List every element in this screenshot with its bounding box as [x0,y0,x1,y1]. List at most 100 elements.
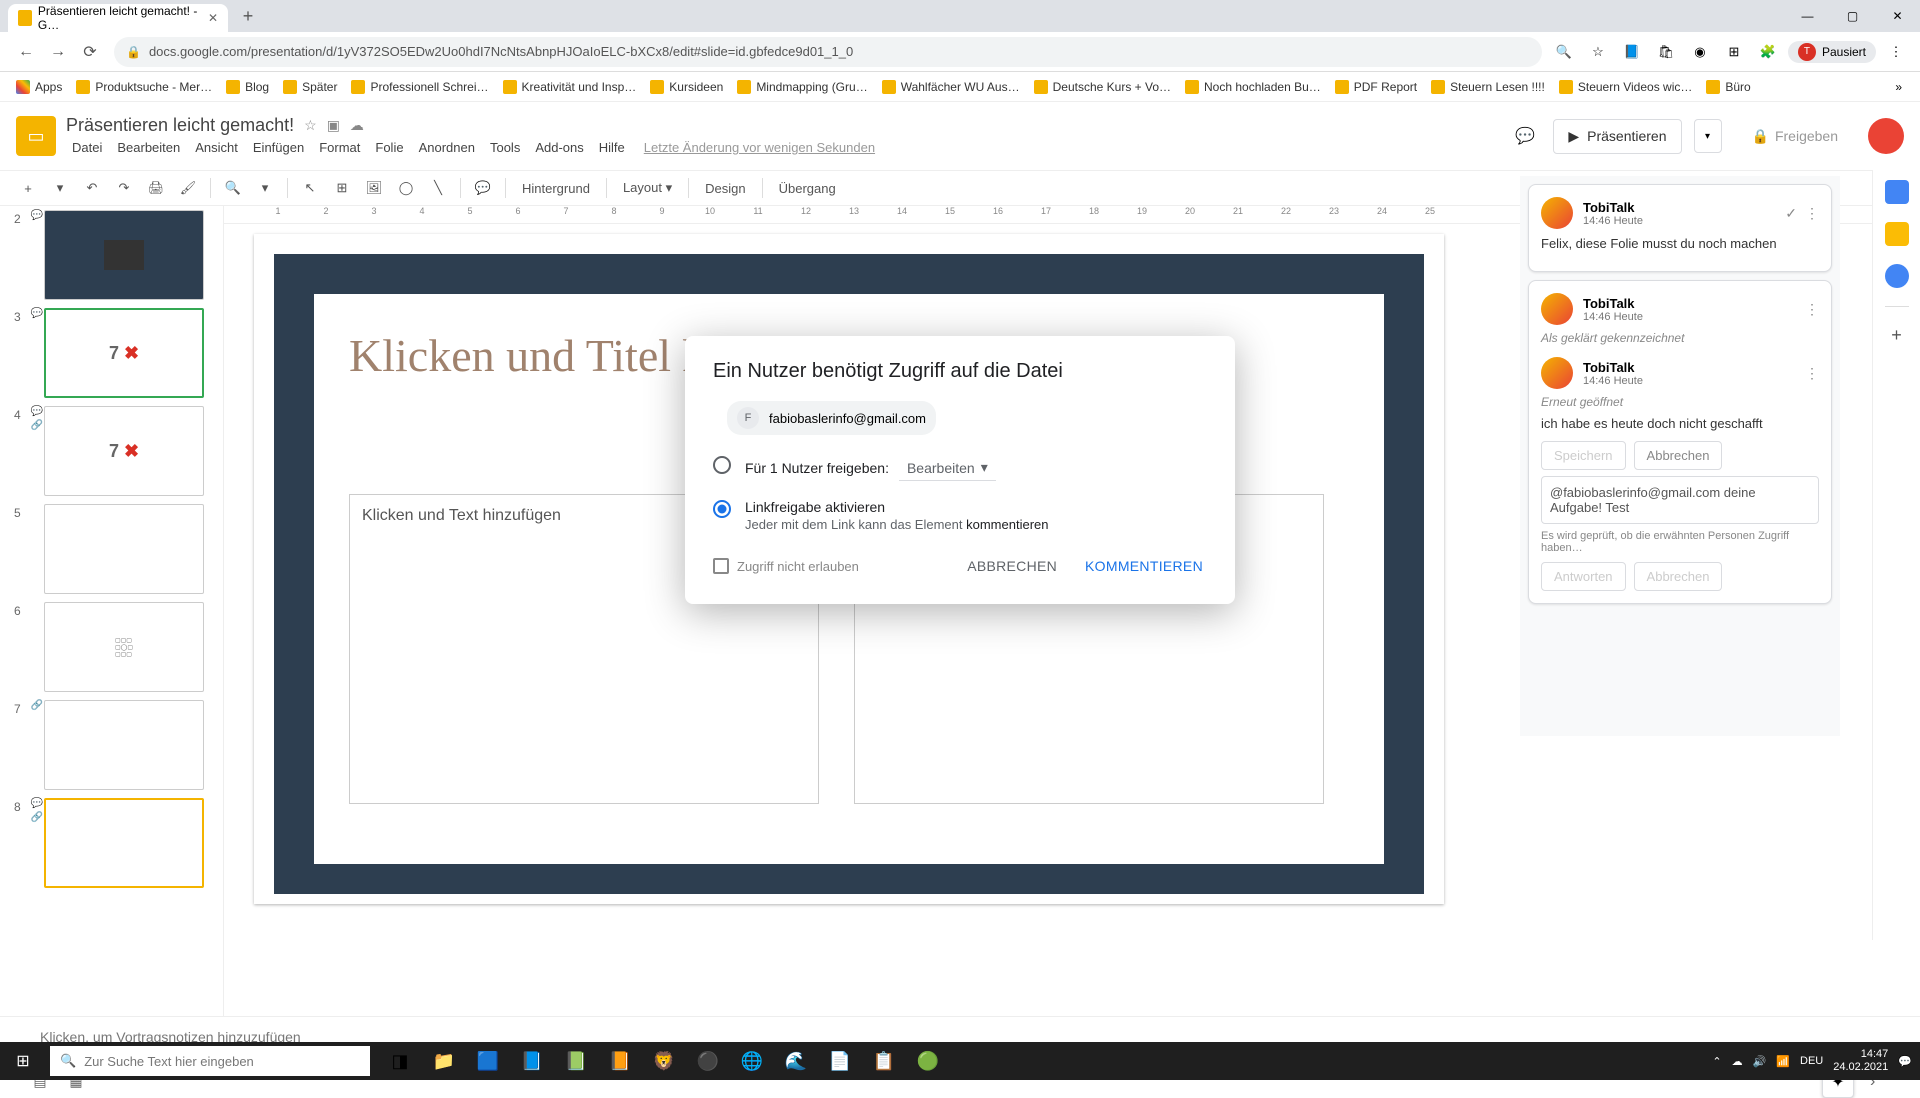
powerpoint-icon[interactable]: 📙 [598,1042,642,1080]
present-button[interactable]: ▶ Präsentieren [1553,119,1681,154]
bookmark-item[interactable]: Noch hochladen Bu… [1179,77,1327,97]
new-slide-dropdown[interactable]: ▾ [46,174,74,202]
bookmark-apps[interactable]: Apps [10,77,68,97]
bookmark-item[interactable]: Wahlfächer WU Aus… [876,77,1026,97]
save-reply-button[interactable]: Speichern [1541,441,1626,470]
notifications-icon[interactable]: 💬 [1898,1055,1912,1068]
url-bar[interactable]: 🔒 docs.google.com/presentation/d/1yV372S… [114,37,1542,67]
ext-icon-4[interactable]: ⊞ [1720,38,1748,66]
tasks-icon[interactable] [1885,264,1909,288]
ext-icon-2[interactable]: 🛍 [1652,38,1680,66]
slide-thumbnail[interactable] [44,700,204,790]
bookmark-item[interactable]: Mindmapping (Gru… [731,77,873,97]
menu-slide[interactable]: Folie [369,138,409,157]
radio-checked[interactable] [713,500,731,518]
zoom-icon[interactable]: 🔍 [1550,38,1578,66]
present-options-button[interactable]: ▾ [1694,119,1722,153]
task-view-icon[interactable]: ◨ [378,1042,422,1080]
menu-addons[interactable]: Add-ons [529,138,589,157]
cloud-sync-icon[interactable]: ☁ [1732,1055,1743,1068]
extensions-icon[interactable]: 🧩 [1754,38,1782,66]
bookmark-item[interactable]: Später [277,77,343,97]
user-avatar[interactable] [1868,118,1904,154]
bookmark-item[interactable]: Professionell Schrei… [345,77,494,97]
back-button[interactable]: ← [10,36,42,68]
explorer-icon[interactable]: 📁 [422,1042,466,1080]
shape-tool[interactable]: ◯ [392,174,420,202]
bookmark-item[interactable]: PDF Report [1329,77,1423,97]
deny-access-checkbox[interactable]: Zugriff nicht erlauben [713,558,859,574]
language-indicator[interactable]: DEU [1800,1055,1823,1067]
slide-thumbnail[interactable]: ▢▢▢▢◯▢▢▢▢ [44,602,204,692]
zoom-dropdown[interactable]: ▾ [251,174,279,202]
maximize-button[interactable]: ▢ [1830,0,1875,32]
volume-icon[interactable]: 🔊 [1753,1055,1767,1068]
layout-button[interactable]: Layout ▾ [615,176,680,200]
start-button[interactable]: ⊞ [0,1042,46,1080]
reload-button[interactable]: ⟳ [74,36,106,68]
comment-thread[interactable]: TobiTalk 14:46 Heute ⋮ Als geklärt geken… [1528,280,1832,604]
menu-format[interactable]: Format [313,138,366,157]
resolve-icon[interactable]: ✓ [1785,205,1797,222]
wifi-icon[interactable]: 📶 [1776,1055,1790,1068]
comments-history-icon[interactable]: 💬 [1509,120,1541,152]
menu-arrange[interactable]: Anordnen [413,138,481,157]
share-button[interactable]: 🔒 Freigeben [1734,120,1856,153]
star-icon[interactable]: ☆ [1584,38,1612,66]
select-tool[interactable]: ↖ [296,174,324,202]
print-button[interactable]: 🖨 [142,174,170,202]
textbox-tool[interactable]: ⊞ [328,174,356,202]
word-icon[interactable]: 📘 [510,1042,554,1080]
undo-button[interactable]: ↶ [78,174,106,202]
app-icon[interactable]: 📋 [862,1042,906,1080]
forward-button[interactable]: → [42,36,74,68]
design-button[interactable]: Design [697,177,753,200]
comment-button[interactable]: 💬 [469,174,497,202]
bookmarks-overflow[interactable]: » [1887,80,1910,94]
paint-format-button[interactable]: 🖌 [174,174,202,202]
cloud-status-icon[interactable]: ☁ [350,117,364,134]
slide-thumbnail-selected[interactable] [44,798,204,888]
obs-icon[interactable]: ⚫ [686,1042,730,1080]
more-icon[interactable]: ⋮ [1805,365,1819,382]
excel-icon[interactable]: 📗 [554,1042,598,1080]
bookmark-item[interactable]: Blog [220,77,275,97]
slide-thumbnail[interactable]: 7 ✖ [44,406,204,496]
tray-overflow-icon[interactable]: ⌃ [1712,1055,1721,1068]
add-addon-icon[interactable]: + [1891,325,1902,346]
radio-unchecked[interactable] [713,456,731,474]
slide-thumbnail[interactable]: 7 ✖ [44,308,204,398]
bookmark-item[interactable]: Kursideen [644,77,729,97]
bookmark-item[interactable]: Steuern Videos wic… [1553,77,1699,97]
cancel-button[interactable]: Abbrechen [1634,562,1723,591]
background-button[interactable]: Hintergrund [514,177,598,200]
comment-draft-text[interactable]: @fabiobaslerinfo@gmail.com deine Aufgabe… [1541,476,1819,524]
ext-icon-1[interactable]: 📘 [1618,38,1646,66]
cancel-reply-button[interactable]: Abbrechen [1634,441,1723,470]
app-icon[interactable]: 🟦 [466,1042,510,1080]
line-tool[interactable]: ╲ [424,174,452,202]
menu-insert[interactable]: Einfügen [247,138,310,157]
zoom-button[interactable]: 🔍 [219,174,247,202]
profile-badge[interactable]: T Pausiert [1788,41,1876,63]
ext-icon-3[interactable]: ◉ [1686,38,1714,66]
image-tool[interactable]: 🖼 [360,174,388,202]
menu-tools[interactable]: Tools [484,138,526,157]
star-doc-icon[interactable]: ☆ [304,117,317,134]
calendar-icon[interactable] [1885,180,1909,204]
menu-icon[interactable]: ⋮ [1882,38,1910,66]
taskbar-search[interactable]: 🔍 Zur Suche Text hier eingeben [50,1046,370,1076]
minimize-button[interactable]: — [1785,0,1830,32]
slide-thumbnail[interactable] [44,210,204,300]
document-title[interactable]: Präsentieren leicht gemacht! [66,115,294,136]
bookmark-item[interactable]: Produktsuche - Mer… [70,77,218,97]
menu-view[interactable]: Ansicht [189,138,244,157]
bookmark-item[interactable]: Steuern Lesen !!!! [1425,77,1551,97]
redo-button[interactable]: ↷ [110,174,138,202]
edge-icon[interactable]: 🌊 [774,1042,818,1080]
transition-button[interactable]: Übergang [771,177,844,200]
keep-icon[interactable] [1885,222,1909,246]
save-status[interactable]: Letzte Änderung vor wenigen Sekunden [644,140,875,155]
confirm-button[interactable]: KOMMENTIEREN [1081,552,1207,580]
app-icon[interactable]: 📄 [818,1042,862,1080]
